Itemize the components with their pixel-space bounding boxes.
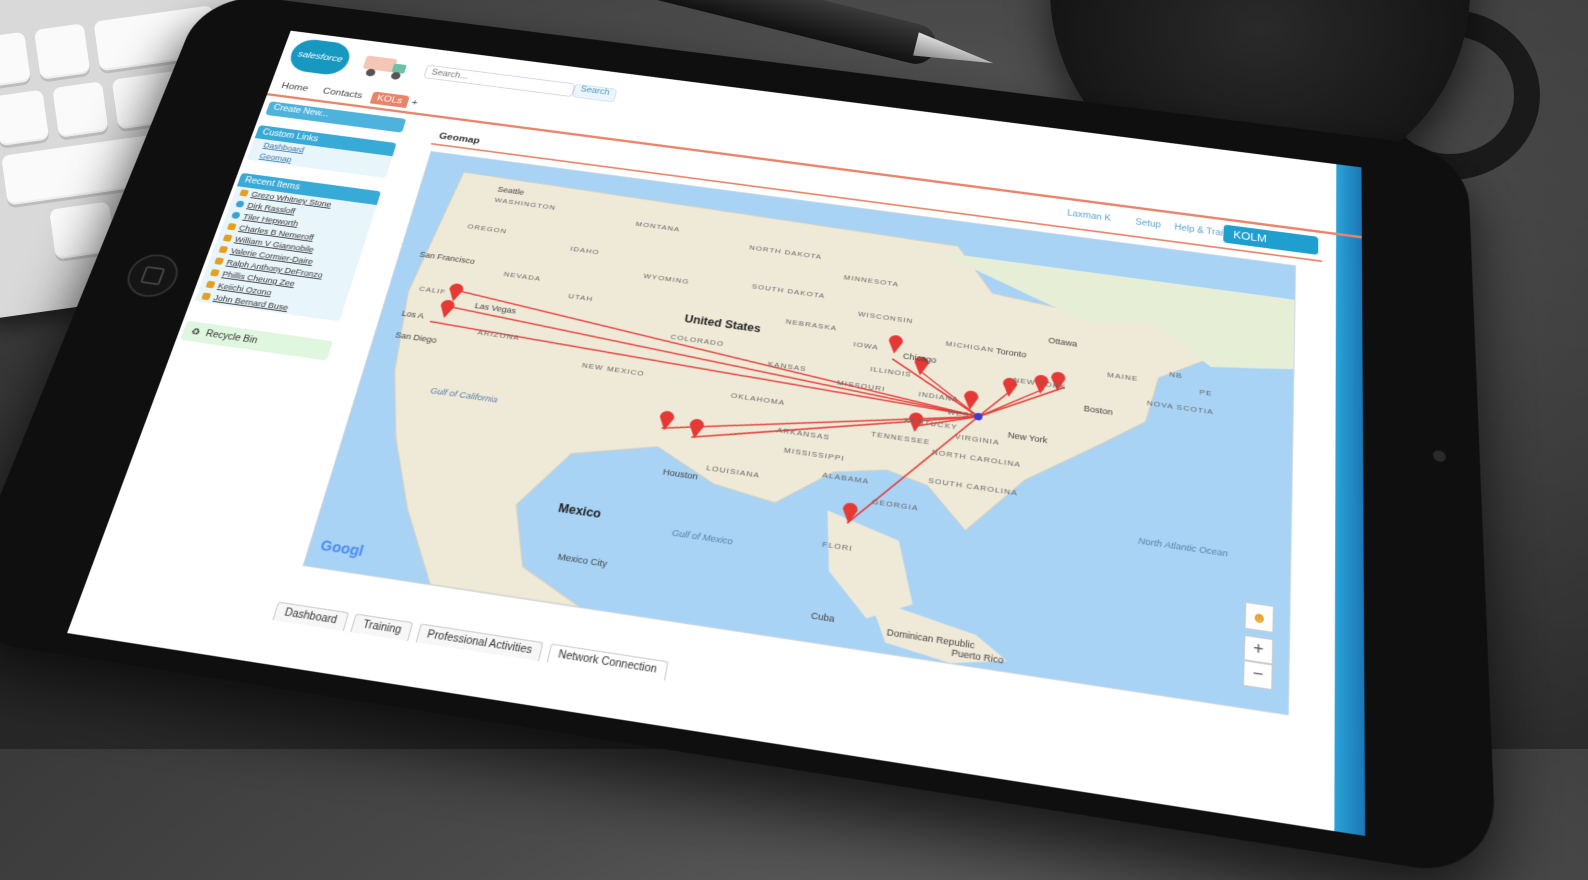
user-icon [230,211,241,220]
map-label: NB [1169,370,1183,381]
tab-contacts[interactable]: Contacts [315,84,369,102]
keyboard-key [33,23,91,80]
contact-icon [226,222,237,231]
salesforce-logo[interactable]: salesforce [285,37,355,77]
truck-icon [362,55,407,81]
app-menu-label: KOLM [1233,229,1267,245]
tab-kols[interactable]: KOLs [369,91,410,108]
keyboard-key [52,81,109,138]
keyboard-key [0,31,31,89]
tab-professional-activities[interactable]: Professional Activities [415,623,544,662]
setup-link[interactable]: Setup [1135,218,1161,230]
contact-icon [239,189,250,197]
map-label: PE [1199,387,1213,398]
contact-icon [209,268,220,277]
bottom-tabs: Dashboard Training Professional Activiti… [271,601,671,687]
search-button[interactable]: Search [571,83,618,103]
contact-icon [205,280,216,289]
zoom-out-button[interactable]: − [1242,660,1273,691]
user-menu[interactable]: Laxman K [1067,209,1112,224]
tab-add[interactable]: + [404,96,425,110]
keyboard-key [0,89,50,147]
screen-edge [1334,164,1366,836]
home-square-icon [139,265,166,286]
user-icon [235,200,245,208]
tab-dashboard[interactable]: Dashboard [272,601,350,632]
street-view-icon[interactable]: ☻ [1244,601,1275,633]
florida-land [811,510,923,626]
recycle-bin[interactable]: ♻ Recycle Bin [180,320,333,361]
search-input[interactable] [423,64,576,98]
camera-icon [1432,449,1446,463]
tab-home[interactable]: Home [274,79,315,96]
custom-links-panel: Custom Links Dashboard Geomap [246,125,397,179]
recycle-bin-icon: ♻ [189,326,202,338]
contact-icon [222,234,233,242]
tab-training[interactable]: Training [350,613,414,642]
contact-icon [214,257,225,265]
contact-icon [201,292,212,301]
recent-items-panel: Recent Items Grezo Whitney Stone Dirk Ra… [194,172,382,322]
tab-network-connection[interactable]: Network Connection [546,643,669,681]
home-button[interactable] [120,251,185,301]
contact-icon [218,245,229,254]
